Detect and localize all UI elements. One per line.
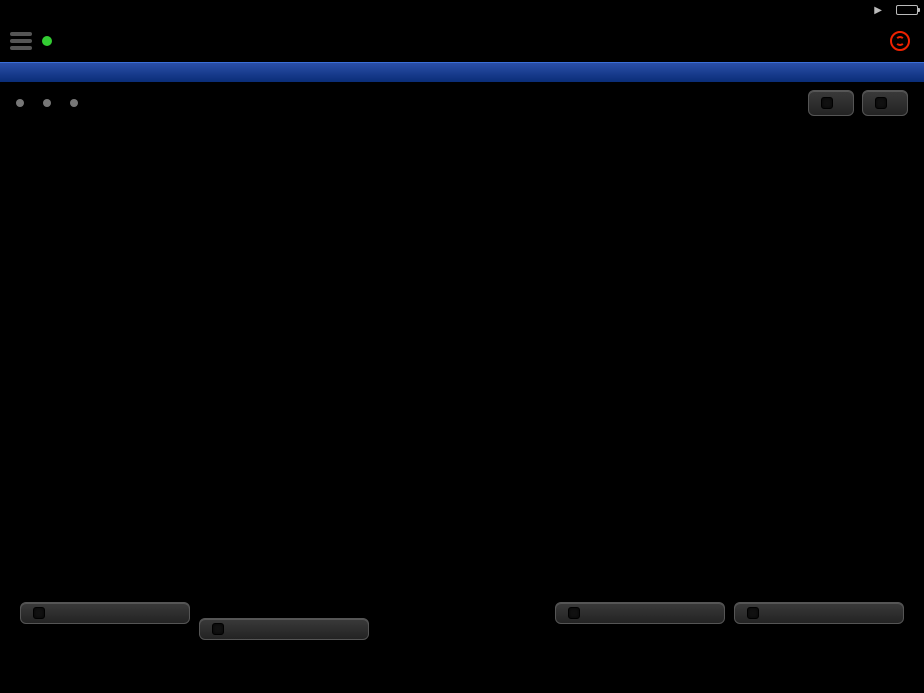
channel-master	[551, 140, 729, 640]
legend-standby-dot	[16, 99, 24, 107]
brand-logo	[890, 31, 914, 51]
checkbox-icon	[568, 607, 580, 619]
checkbox-icon	[212, 623, 224, 635]
checkbox-icon	[747, 607, 759, 619]
channel-paging	[730, 140, 908, 640]
mute-button[interactable]	[199, 618, 369, 640]
legend-and-actions	[0, 82, 924, 120]
mute-button[interactable]	[734, 602, 904, 624]
menu-icon[interactable]	[10, 32, 32, 50]
accent-bar	[0, 62, 924, 82]
mute-button[interactable]	[20, 602, 190, 624]
legend-override-dot	[43, 99, 51, 107]
battery-icon	[896, 5, 918, 15]
channel-bgm	[373, 140, 551, 640]
global-mute-button[interactable]	[862, 90, 908, 116]
channel-dj-aux: .	[194, 140, 372, 640]
app-header	[0, 20, 924, 62]
status-legend	[16, 99, 83, 107]
mute-button[interactable]	[555, 602, 725, 624]
channels-area: .	[0, 140, 924, 640]
zones-selector	[0, 120, 924, 140]
channel-dj	[16, 140, 194, 640]
soft-standby-button[interactable]	[808, 90, 854, 116]
ipad-statusbar: ▶	[0, 0, 924, 20]
checkbox-icon	[821, 97, 833, 109]
play-icon: ▶	[874, 5, 882, 16]
checkbox-icon	[33, 607, 45, 619]
checkbox-icon	[875, 97, 887, 109]
legend-emergency-dot	[70, 99, 78, 107]
bosch-symbol-icon	[890, 31, 910, 51]
online-status-dot	[42, 36, 52, 46]
